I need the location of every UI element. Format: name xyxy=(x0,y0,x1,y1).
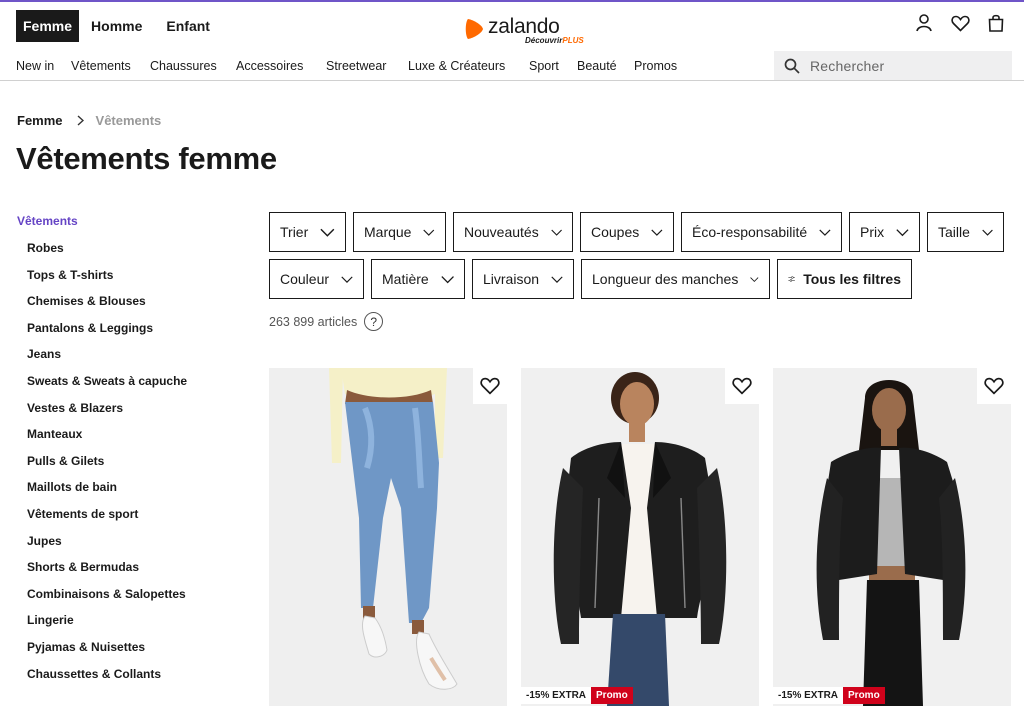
wishlist-heart-icon[interactable] xyxy=(977,368,1011,404)
filter-trier[interactable]: Trier xyxy=(269,212,346,252)
wishlist-heart-icon[interactable] xyxy=(473,368,507,404)
nav-streetwear[interactable]: Streetwear xyxy=(326,59,408,73)
filter-row: Couleur Matière Livraison Longueur des m… xyxy=(269,259,1013,299)
user-icon[interactable] xyxy=(914,12,934,34)
chevron-down-icon xyxy=(551,229,562,236)
sidebar-item-pyjamas[interactable]: Pyjamas & Nuisettes xyxy=(27,641,187,668)
sidebar-item-pulls[interactable]: Pulls & Gilets xyxy=(27,455,187,482)
filter-coupes[interactable]: Coupes xyxy=(580,212,674,252)
tab-homme[interactable]: Homme xyxy=(79,10,154,42)
logo-subtext: DécouvrirPLUS xyxy=(525,36,584,45)
gender-tabs: Femme Homme Enfant xyxy=(16,10,222,42)
sidebar-item-manteaux[interactable]: Manteaux xyxy=(27,428,187,455)
chevron-down-icon xyxy=(982,229,993,236)
breadcrumb: Femme Vêtements xyxy=(17,113,161,128)
chevron-down-icon xyxy=(423,229,435,236)
product-image xyxy=(269,368,507,706)
nav-vetements[interactable]: Vêtements xyxy=(71,59,150,73)
sidebar-item-lingerie[interactable]: Lingerie xyxy=(27,614,187,641)
product-image xyxy=(521,368,759,706)
badge-extra-discount: -15% EXTRA xyxy=(521,687,592,704)
sidebar-heading[interactable]: Vêtements xyxy=(17,214,187,228)
nav-chaussures[interactable]: Chaussures xyxy=(150,59,236,73)
zalando-logo-icon xyxy=(465,19,483,39)
filter-eco-responsabilite[interactable]: Éco-responsabilité xyxy=(681,212,842,252)
chevron-down-icon xyxy=(819,228,831,236)
sidebar-item-robes[interactable]: Robes xyxy=(27,242,187,269)
filter-longueur-manches[interactable]: Longueur des manches xyxy=(581,259,770,299)
sidebar-item-sweats[interactable]: Sweats & Sweats à capuche xyxy=(27,375,187,402)
chevron-down-icon xyxy=(651,229,663,236)
tab-femme[interactable]: Femme xyxy=(16,10,80,42)
filter-row: Trier Marque Nouveautés Coupes Éco-respo… xyxy=(269,212,1013,252)
sidebar-item-maillots[interactable]: Maillots de bain xyxy=(27,481,187,508)
sliders-icon xyxy=(788,276,795,282)
heart-icon[interactable] xyxy=(950,12,970,34)
nav-new-in[interactable]: New in xyxy=(16,59,71,73)
header-icons xyxy=(914,12,1006,34)
badge-extra-discount: -15% EXTRA xyxy=(773,687,844,704)
sidebar-item-chemises[interactable]: Chemises & Blouses xyxy=(27,295,187,322)
wishlist-heart-icon[interactable] xyxy=(725,368,759,404)
help-icon[interactable]: ? xyxy=(364,312,384,331)
filter-taille[interactable]: Taille xyxy=(927,212,1004,252)
nav-luxe-createurs[interactable]: Luxe & Créateurs xyxy=(408,59,529,73)
bag-icon[interactable] xyxy=(986,12,1006,34)
header-divider xyxy=(0,80,1024,81)
filter-prix[interactable]: Prix xyxy=(849,212,920,252)
breadcrumb-femme[interactable]: Femme xyxy=(17,113,63,128)
category-sidebar: Vêtements Robes Tops & T-shirts Chemises… xyxy=(17,214,187,694)
product-grid: -15% EXTRA Promo -15% EXTRA Promo xyxy=(269,368,1011,706)
search-placeholder: Rechercher xyxy=(810,57,885,74)
chevron-down-icon xyxy=(551,275,563,283)
chevron-down-icon xyxy=(320,228,335,237)
page-title: Vêtements femme xyxy=(16,141,277,176)
search-input[interactable]: Rechercher xyxy=(774,51,1012,80)
filter-couleur[interactable]: Couleur xyxy=(269,259,364,299)
sidebar-item-shorts[interactable]: Shorts & Bermudas xyxy=(27,561,187,588)
search-icon xyxy=(784,58,800,74)
filter-nouveautes[interactable]: Nouveautés xyxy=(453,212,573,252)
filter-bar: Trier Marque Nouveautés Coupes Éco-respo… xyxy=(269,212,1013,306)
product-card[interactable]: -15% EXTRA Promo xyxy=(521,368,759,706)
breadcrumb-current: Vêtements xyxy=(95,113,162,128)
badge-promo: Promo xyxy=(591,687,633,704)
filter-matiere[interactable]: Matière xyxy=(371,259,465,299)
product-card[interactable] xyxy=(269,368,507,706)
product-badges: -15% EXTRA Promo xyxy=(521,687,633,704)
nav-accessoires[interactable]: Accessoires xyxy=(236,59,326,73)
sidebar-item-pantalons[interactable]: Pantalons & Leggings xyxy=(27,322,187,349)
filter-marque[interactable]: Marque xyxy=(353,212,446,252)
product-card[interactable]: -15% EXTRA Promo xyxy=(773,368,1011,706)
category-nav: New in Vêtements Chaussures Accessoires … xyxy=(16,59,677,73)
chevron-down-icon xyxy=(750,276,759,282)
badge-promo: Promo xyxy=(843,687,885,704)
article-count-text: 263 899 articles xyxy=(269,314,358,329)
product-image xyxy=(773,368,1011,706)
sidebar-item-chaussettes[interactable]: Chaussettes & Collants xyxy=(27,668,187,695)
sidebar-item-combinaisons[interactable]: Combinaisons & Salopettes xyxy=(27,588,187,615)
sidebar-item-sport[interactable]: Vêtements de sport xyxy=(27,508,187,535)
sidebar-item-jupes[interactable]: Jupes xyxy=(27,535,187,562)
zalando-logo[interactable]: zalando DécouvrirPLUS xyxy=(462,14,597,48)
nav-promos[interactable]: Promos xyxy=(634,59,677,73)
chevron-down-icon xyxy=(441,275,454,283)
article-count: 263 899 articles ? xyxy=(269,312,384,331)
product-badges: -15% EXTRA Promo xyxy=(773,687,885,704)
top-accent-line xyxy=(0,0,1024,2)
sidebar-item-vestes[interactable]: Vestes & Blazers xyxy=(27,402,187,429)
chevron-down-icon xyxy=(341,275,353,283)
chevron-right-icon xyxy=(77,115,84,126)
tab-enfant[interactable]: Enfant xyxy=(154,10,222,42)
all-filters-button[interactable]: Tous les filtres xyxy=(777,259,912,299)
nav-sport[interactable]: Sport xyxy=(529,59,577,73)
nav-beaute[interactable]: Beauté xyxy=(577,59,634,73)
sidebar-item-tops[interactable]: Tops & T-shirts xyxy=(27,269,187,296)
chevron-down-icon xyxy=(896,228,909,236)
sidebar-list: Robes Tops & T-shirts Chemises & Blouses… xyxy=(27,242,187,694)
sidebar-item-jeans[interactable]: Jeans xyxy=(27,348,187,375)
filter-livraison[interactable]: Livraison xyxy=(472,259,574,299)
